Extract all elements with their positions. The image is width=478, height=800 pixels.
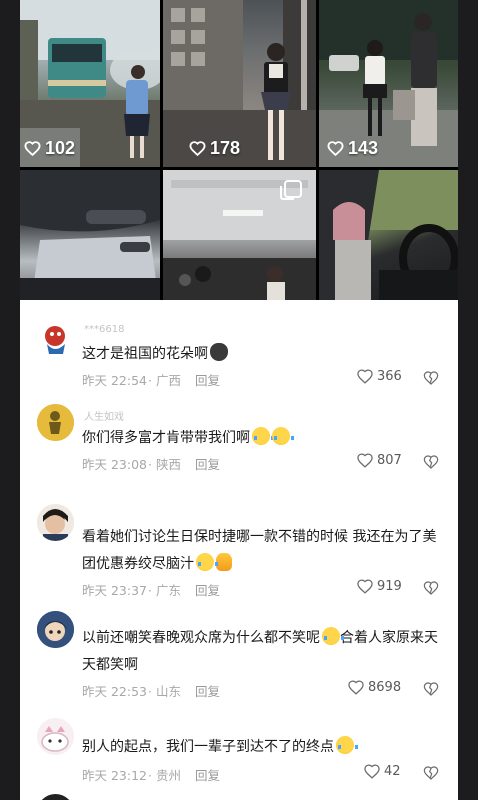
comment-location: · 广西 [148,373,181,388]
broken-heart-icon[interactable] [423,580,439,596]
crying-laughing-emoji-icon [252,427,274,445]
avatar[interactable] [37,404,74,441]
broken-heart-icon[interactable] [423,765,439,781]
comment-location: · 山东 [148,684,181,699]
like-count: 178 [189,138,240,159]
video-grid: 102 178 143 [20,0,458,300]
avatar[interactable] [37,611,74,648]
comment-location: · 广东 [148,583,181,598]
video-thumbnail-2[interactable]: 178 [163,0,316,167]
reply-button[interactable]: 回复 [195,454,220,473]
username[interactable]: 人生如戏 [84,408,124,423]
comment-meta: 昨天 22:54 · 广西 回复 [82,370,220,389]
video-thumbnail-6[interactable] [319,170,458,300]
avatar[interactable] [37,320,74,357]
comment-time: 昨天 23:12 [82,768,147,783]
like-count-value: 919 [377,579,402,594]
multi-image-icon [280,180,302,200]
heart-outline-icon [357,579,373,594]
screenshot: 102 178 143 ***6618 这才是祖国的花朵啊 昨天 22:54 ·… [20,0,458,800]
like-button[interactable]: 42 [363,763,401,780]
comment-text: 以前还嘲笑春晚观众席为什么都不笑呢 合着人家原来天天都笑啊 [82,625,442,679]
like-count: 143 [327,138,378,159]
heart-outline-icon [189,141,206,157]
crying-laughing-emoji-icon [272,427,294,445]
comment-text: 这才是祖国的花朵啊 [82,341,442,367]
cat-emoji-icon [210,343,228,361]
reply-button[interactable]: 回复 [195,765,220,784]
like-count-value: 42 [384,764,401,779]
comment-list[interactable]: ***6618 这才是祖国的花朵啊 昨天 22:54 · 广西 回复 366 人… [20,300,458,800]
comment-meta: 昨天 23:37 · 广东 回复 [82,580,220,599]
like-button[interactable]: 8698 [347,679,401,696]
comment-time: 昨天 23:08 [82,457,147,472]
crying-laughing-emoji-icon [336,736,358,754]
like-count-value: 366 [377,369,402,384]
heart-outline-icon [357,453,373,468]
heart-outline-icon [357,369,373,384]
comment-text: 你们得多富才肯带带我们啊 [82,425,442,451]
avatar[interactable] [37,794,74,800]
comment-time: 昨天 22:53 [82,684,147,699]
like-count: 102 [24,138,75,159]
comment-meta: 昨天 22:53 · 山东 回复 [82,681,220,700]
comment-text: 看着她们讨论生日保时捷哪一款不错的时候 我还在为了美团优惠券绞尽脑汁 [82,529,437,572]
reply-button[interactable]: 回复 [195,681,220,700]
like-button[interactable]: 366 [356,368,402,385]
video-thumbnail-4[interactable] [20,170,160,300]
comment-meta: 昨天 23:12 · 贵州 回复 [82,765,220,784]
heart-outline-icon [24,141,41,157]
heart-outline-icon [364,764,380,779]
avatar[interactable] [37,718,74,755]
like-count-value: 178 [210,138,241,158]
video-thumbnail-5[interactable] [163,170,316,300]
like-count-value: 807 [377,453,402,468]
avatar[interactable] [37,504,74,541]
like-button[interactable]: 919 [356,578,402,595]
broken-heart-icon[interactable] [423,454,439,470]
thumbnail-image [20,170,160,300]
reply-button[interactable]: 回复 [195,370,220,389]
like-count-value: 102 [45,138,76,158]
broken-heart-icon[interactable] [423,370,439,386]
comment-location: · 贵州 [148,768,181,783]
heart-outline-icon [348,680,364,695]
thumbs-up-emoji-icon [216,553,232,571]
crying-laughing-emoji-icon [196,553,218,571]
like-count-value: 143 [348,138,379,158]
username[interactable]: ***6618 [84,324,124,335]
thumbnail-image [319,170,458,300]
crying-laughing-emoji-icon [322,627,344,645]
like-button[interactable]: 807 [356,452,402,469]
comment-time: 昨天 22:54 [82,373,147,388]
comment-location: · 陕西 [148,457,181,472]
like-count-value: 8698 [368,680,402,695]
heart-outline-icon [327,141,344,157]
reply-button[interactable]: 回复 [195,580,220,599]
broken-heart-icon[interactable] [423,681,439,697]
comment-time: 昨天 23:37 [82,583,147,598]
video-thumbnail-1[interactable]: 102 [20,0,160,167]
comment-meta: 昨天 23:08 · 陕西 回复 [82,454,220,473]
video-thumbnail-3[interactable]: 143 [319,0,458,167]
comment-text: 别人的起点，我们一辈子到达不了的终点 [82,734,442,760]
